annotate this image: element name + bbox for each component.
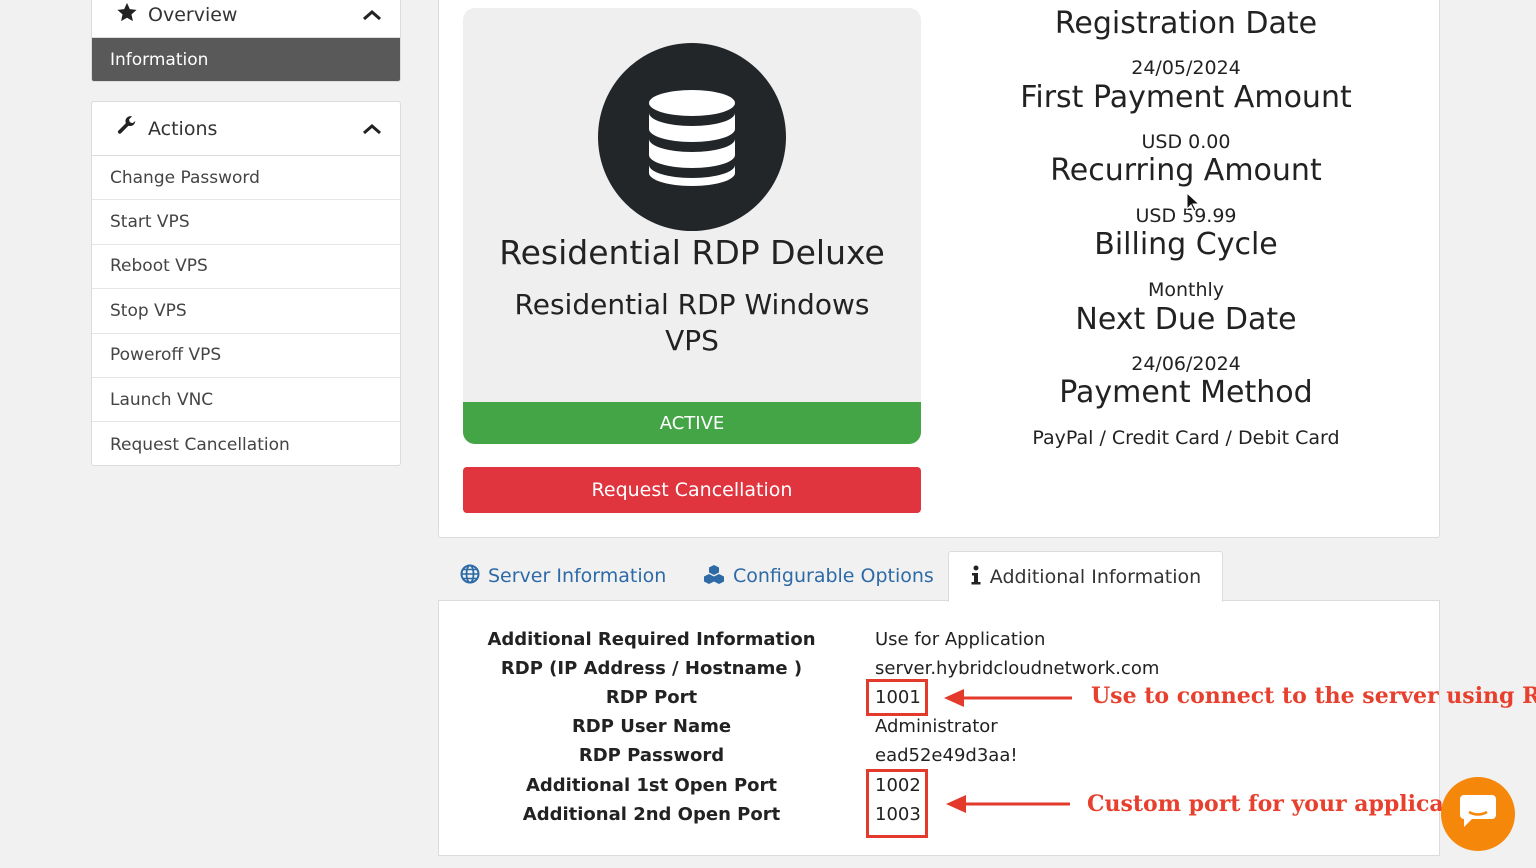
action-request-cancellation[interactable]: Request Cancellation [92,422,400,465]
rdp-username-value: Administrator [875,716,998,737]
product-card: Residential RDP Deluxe Residential RDP W… [463,8,921,444]
tab-server-information[interactable]: Server Information [460,551,666,601]
action-start-vps[interactable]: Start VPS [92,200,400,245]
globe-icon [460,564,480,589]
sidebar-item-information[interactable]: Information [92,38,400,81]
tab-additional-information[interactable]: Additional Information [948,551,1223,602]
detail-label: RDP Password [578,745,725,766]
first-payment-label: First Payment Amount [1020,80,1352,115]
actions-header[interactable]: Actions [92,102,400,156]
detail-label: RDP User Name [571,716,732,737]
cursor-icon [1186,192,1200,212]
action-poweroff-vps[interactable]: Poweroff VPS [92,334,400,378]
next-due-date-label: Next Due Date [1075,302,1297,337]
detail-label: Additional 1st Open Port [525,775,778,796]
action-reboot-vps[interactable]: Reboot VPS [92,245,400,290]
overview-header[interactable]: Overview [92,0,400,38]
next-due-date-value: 24/06/2024 [1131,353,1241,375]
detail-value: Use for Application [875,629,1046,650]
registration-date-label: Registration Date [1054,6,1318,41]
detail-label: Additional Required Information [487,629,816,650]
tab-server-information-label: Server Information [488,565,667,587]
tab-configurable-options[interactable]: Configurable Options [703,551,934,601]
first-payment-value: USD 0.00 [1141,131,1231,153]
payment-method-value: PayPal / Credit Card / Debit Card [1032,427,1340,449]
action-stop-vps[interactable]: Stop VPS [92,289,400,334]
rdp-annotation: Use to connect to the server using RDP [1091,683,1536,709]
overview-panel: Overview Information [91,0,401,82]
actions-title: Actions [148,117,218,140]
product-group: Residential RDP Windows VPS [514,288,870,357]
chevron-up-icon[interactable] [362,118,382,140]
payment-method-label: Payment Method [1059,375,1313,410]
product-name: Residential RDP Deluxe [499,233,885,272]
tab-configurable-options-label: Configurable Options [733,565,934,587]
rdp-password-value: ead52e49d3aa! [875,745,1018,766]
additional-information-panel: Additional Required Information Use for … [438,600,1440,856]
registration-date-value: 24/05/2024 [1131,57,1241,79]
star-icon [116,2,138,28]
action-launch-vnc[interactable]: Launch VNC [92,378,400,423]
arrow-icon [946,795,1070,813]
custom-port-annotation: Custom port for your application [1087,791,1493,817]
cubes-icon [703,564,725,589]
detail-label: RDP (IP Address / Hostname ) [500,658,803,679]
detail-label: RDP Port [605,687,698,708]
chevron-up-icon[interactable] [362,4,382,26]
chat-icon [1458,793,1498,835]
request-cancellation-button[interactable]: Request Cancellation [463,467,921,513]
info-icon [970,565,982,590]
database-icon [598,43,786,231]
recurring-amount-label: Recurring Amount [1050,153,1322,188]
billing-cycle-label: Billing Cycle [1094,227,1278,262]
status-badge: ACTIVE [463,402,921,444]
detail-label: Additional 2nd Open Port [522,804,781,825]
rdp-port-highlight [866,679,928,716]
tab-additional-information-label: Additional Information [989,566,1202,588]
billing-cycle-value: Monthly [1147,279,1225,301]
product-panel: Residential RDP Deluxe Residential RDP W… [438,0,1440,538]
overview-title: Overview [148,4,238,26]
actions-panel: Actions Change Password Start VPS Reboot… [91,101,401,466]
wrench-icon [116,115,138,142]
open-ports-highlight [866,769,928,838]
action-change-password[interactable]: Change Password [92,156,400,201]
arrow-icon [944,689,1072,707]
chat-button[interactable] [1441,777,1515,851]
rdp-hostname-value: server.hybridcloudnetwork.com [875,658,1160,679]
